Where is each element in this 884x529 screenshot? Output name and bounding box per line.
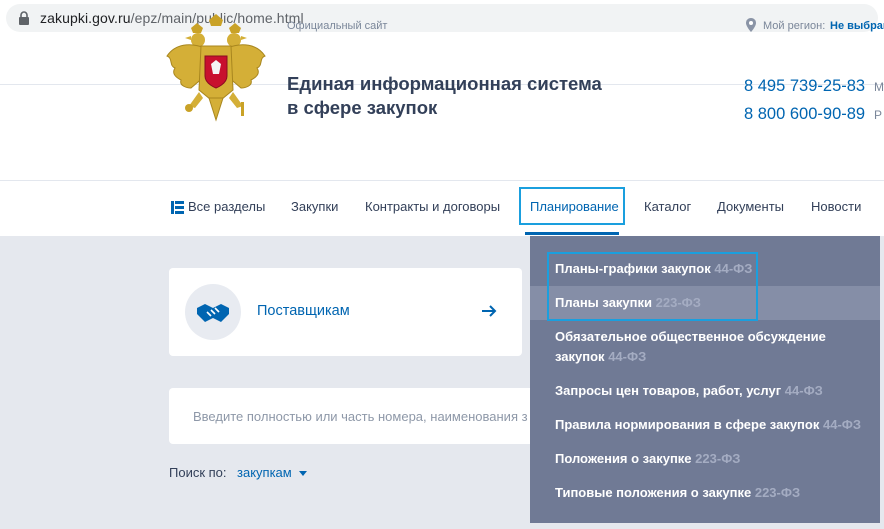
menu-item-normalization-rules-44fz[interactable]: Правила нормирования в сфере закупок 44-… xyxy=(555,415,861,435)
nav-active-underline xyxy=(525,232,619,235)
menu-item-label-line1: Обязательное общественное обсуждение xyxy=(555,329,826,344)
handshake-icon xyxy=(197,304,229,322)
nav-planning-highlight-frame xyxy=(519,187,625,225)
system-title: Единая информационная система в сфере за… xyxy=(287,72,627,120)
main-nav: Все разделы Закупки Контракты и договоры… xyxy=(0,180,884,235)
nav-news[interactable]: Новости xyxy=(811,199,861,214)
menu-item-price-requests-44fz[interactable]: Запросы цен товаров, работ, услуг 44-ФЗ xyxy=(555,381,823,401)
caret-down-icon[interactable] xyxy=(299,471,307,476)
menu-item-law: 223-ФЗ xyxy=(695,451,741,466)
menu-item-model-regulations-223fz[interactable]: Типовые положения о закупке 223-ФЗ xyxy=(555,483,800,503)
nav-contracts[interactable]: Контракты и договоры xyxy=(365,199,500,214)
menu-item-label: Запросы цен товаров, работ, услуг xyxy=(555,383,782,398)
menu-item-regulations-223fz[interactable]: Положения о закупке 223-ФЗ xyxy=(555,449,740,469)
menu-item-label: Положения о закупке xyxy=(555,451,692,466)
suppliers-link[interactable]: Поставщикам xyxy=(257,303,350,319)
menu-item-public-discussion-44fz[interactable]: Обязательное общественное обсуждение зак… xyxy=(555,327,826,367)
location-pin-icon xyxy=(746,18,756,32)
region-selector[interactable]: Не выбран xyxy=(830,20,884,32)
menu-item-law: 44-ФЗ xyxy=(784,383,823,398)
search-placeholder: Введите полностью или часть номера, наим… xyxy=(193,409,528,424)
system-title-line2: в сфере закупок xyxy=(287,97,438,118)
menu-item-law: 44-ФЗ xyxy=(608,349,647,364)
menu-item-law: 223-ФЗ xyxy=(754,485,801,500)
phone-moscow-caption: М xyxy=(874,80,884,94)
region-label: Мой регион: xyxy=(763,20,826,32)
nav-all-sections[interactable]: Все разделы xyxy=(188,199,265,214)
url-domain: zakupki.gov.ru xyxy=(40,10,131,26)
menu-item-label: Типовые положения о закупке xyxy=(555,485,752,500)
search-by-select[interactable]: закупкам xyxy=(237,465,292,480)
search-by-label: Поиск по: xyxy=(169,465,227,480)
nav-documents[interactable]: Документы xyxy=(717,199,784,214)
lock-icon xyxy=(19,11,29,25)
menu-item-label-line2: закупок xyxy=(555,349,605,364)
menu-item-label: Правила нормирования в сфере закупок xyxy=(555,417,820,432)
arrow-right-icon[interactable] xyxy=(481,303,497,319)
nav-purchases[interactable]: Закупки xyxy=(291,199,338,214)
system-title-line1: Единая информационная система xyxy=(287,73,602,94)
phone-moscow[interactable]: 8 495 739-25-83 xyxy=(744,77,865,96)
nav-catalog[interactable]: Каталог xyxy=(644,199,691,214)
coat-of-arms-logo[interactable] xyxy=(165,14,267,126)
phone-russia-caption: Р xyxy=(874,108,883,122)
dropdown-highlight-frame xyxy=(547,252,758,321)
phone-russia[interactable]: 8 800 600-90-89 xyxy=(744,105,865,124)
menu-item-law: 44-ФЗ xyxy=(822,417,862,432)
official-site-label: Официальный сайт xyxy=(287,20,388,32)
